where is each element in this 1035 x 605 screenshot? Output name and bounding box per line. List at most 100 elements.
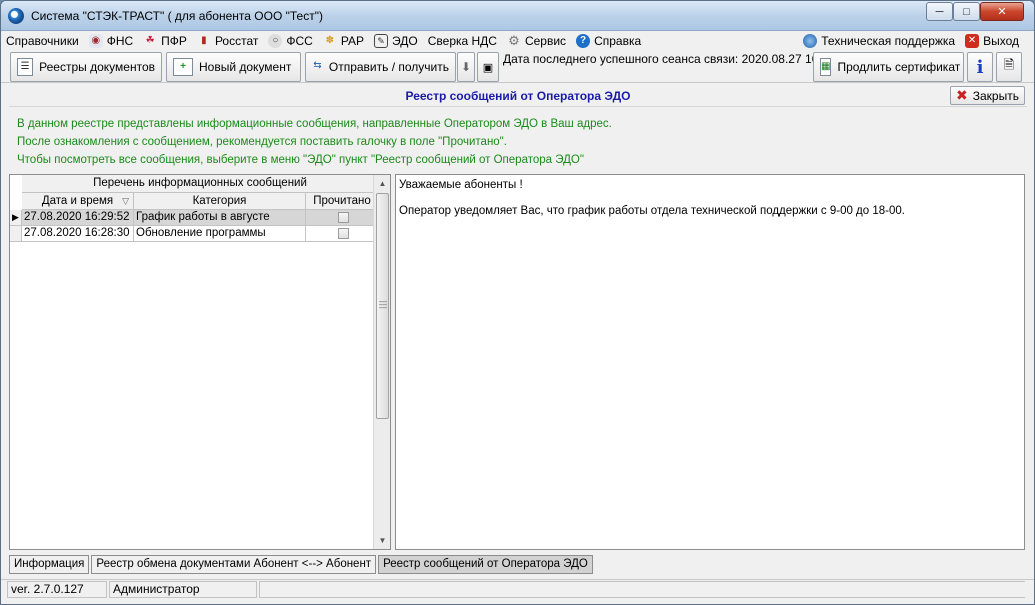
registries-button[interactable]: ☰ Реестры документов — [10, 52, 162, 82]
button-label: Закрыть — [972, 88, 1019, 103]
send-receive-button[interactable]: ⇆ Отправить / получить — [305, 52, 456, 82]
menu-pfr[interactable]: ☘ ПФР — [138, 31, 192, 51]
menu-directories[interactable]: Справочники — [1, 31, 84, 51]
version-label: ver. 2.7.0.127 — [7, 581, 107, 598]
fss-icon: ○ — [268, 34, 283, 48]
info-line: В данном реестре представлены информацио… — [17, 118, 612, 130]
menu-label: Сверка НДС — [427, 34, 497, 48]
tab-operator-messages[interactable]: Реестр сообщений от Оператора ЭДО — [378, 555, 593, 574]
read-checkbox[interactable] — [337, 212, 349, 223]
send-receive-icon: ⇆ — [313, 60, 322, 71]
title-bar: Система "СТЭК-ТРАСТ" ( для абонента ООО … — [1, 1, 1034, 31]
bottom-tabs: Информация Реестр обмена документами Або… — [9, 555, 1027, 576]
arrow-down-icon: ⬇ — [460, 60, 472, 74]
main-window: Система "СТЭК-ТРАСТ" ( для абонента ООО … — [0, 0, 1035, 605]
close-icon: ✖ — [956, 87, 968, 103]
menu-fss[interactable]: ○ ФСС — [263, 31, 317, 51]
column-header-read[interactable]: Прочитано — [306, 193, 378, 209]
gear-icon: ⚙ — [508, 33, 520, 48]
button-label: Реестры документов — [39, 60, 155, 74]
page-title: Реестр сообщений от Оператора ЭДО — [405, 89, 631, 103]
extend-certificate-button[interactable]: ▦ Продлить сертификат — [813, 52, 964, 82]
grip-icon: — — — — [379, 297, 387, 312]
menu-label: Росстат — [214, 34, 259, 48]
sort-filter-icon[interactable]: ▽ — [122, 193, 129, 209]
table-row[interactable]: 27.08.2020 16:28:30 Обновление программы — [10, 226, 378, 242]
button-label: Отправить / получить — [328, 60, 449, 74]
user-label: Администратор — [109, 581, 257, 598]
menu-edo[interactable]: ✎ ЭДО — [369, 31, 423, 51]
rar-icon: ✽ — [325, 35, 335, 46]
status-empty — [259, 581, 1025, 598]
read-checkbox[interactable] — [337, 228, 349, 239]
cell-category: График работы в августе — [134, 210, 306, 226]
messages-grid: Перечень информационных сообщений Дата и… — [9, 174, 391, 550]
grid-caption: Перечень информационных сообщений — [22, 175, 378, 193]
menu-tech-support[interactable]: Техническая поддержка — [798, 31, 960, 51]
row-selector-icon: ▶ — [10, 210, 22, 226]
column-label: Категория — [192, 195, 247, 207]
menu-label: Сервис — [524, 34, 567, 48]
message-greeting: Уважаемые абоненты ! — [399, 179, 523, 191]
edo-icon: ✎ — [374, 34, 389, 48]
menu-label: Выход — [983, 34, 1019, 48]
registry-list-icon: ☰ — [17, 58, 34, 76]
document-icon: 🗎 — [1003, 57, 1015, 72]
table-row[interactable]: ▶ 27.08.2020 16:29:52 График работы в ав… — [10, 210, 378, 226]
menu-label: ФНС — [106, 34, 134, 48]
scroll-down-icon[interactable]: ▼ — [374, 532, 391, 549]
message-body: Оператор уведомляет Вас, что график рабо… — [399, 205, 905, 217]
menu-label: Справка — [594, 34, 642, 48]
message-viewer[interactable]: Уважаемые абоненты ! Оператор уведомляет… — [395, 174, 1025, 550]
column-header-category[interactable]: Категория — [134, 193, 306, 209]
menu-bar: Справочники ◉ ФНС ☘ ПФР ▮ Росстат ○ ФСС ✽ РАР… — [1, 31, 1034, 51]
status-bar: ver. 2.7.0.127 Администратор — [1, 579, 1034, 599]
menu-help[interactable]: ? Справка — [571, 31, 646, 51]
panel-header: Реестр сообщений от Оператора ЭДО ✖ Закры… — [9, 85, 1027, 107]
menu-service[interactable]: ⚙ Сервис — [502, 31, 571, 51]
download-arrow-button[interactable]: ⬇ — [457, 52, 475, 82]
menu-label: ФСС — [286, 34, 313, 48]
pfr-icon: ☘ — [145, 35, 155, 46]
button-label: Продлить сертификат — [837, 60, 961, 74]
menu-exit[interactable]: ✕ Выход — [960, 31, 1024, 51]
menu-label: Техническая поддержка — [821, 34, 956, 48]
new-document-icon: + — [173, 58, 193, 76]
sync-button[interactable]: ▣ — [477, 52, 499, 82]
rosstat-icon: ▮ — [201, 35, 207, 46]
support-globe-icon — [803, 34, 818, 48]
scrollbar-thumb[interactable]: — — — — [376, 193, 389, 419]
grid-header: Дата и время ▽ Категория Прочитано — [22, 193, 378, 210]
menu-vat-reconciliation[interactable]: Сверка НДС — [423, 31, 502, 51]
menu-label: РАР — [340, 34, 365, 48]
help-icon: ? — [576, 34, 591, 48]
close-window-button[interactable]: ✕ — [980, 2, 1024, 21]
menu-label: ЭДО — [392, 34, 418, 48]
minimize-button[interactable]: ─ — [926, 2, 953, 21]
grid-scrollbar[interactable]: ▲ — — — ▼ — [373, 175, 390, 549]
maximize-button[interactable]: □ — [953, 2, 980, 21]
column-label: Прочитано — [313, 195, 371, 207]
menu-rar[interactable]: ✽ РАР — [318, 31, 369, 51]
cell-read — [306, 210, 378, 226]
toolbar: ☰ Реестры документов + Новый документ ⇆ Отп… — [1, 51, 1034, 83]
document-button[interactable]: 🗎 — [996, 52, 1022, 82]
sync-icon: ▣ — [482, 61, 494, 74]
button-label: Новый документ — [199, 60, 292, 74]
exit-icon: ✕ — [965, 34, 980, 48]
certificate-icon: ▦ — [820, 58, 832, 76]
close-panel-button[interactable]: ✖ Закрыть — [950, 86, 1025, 105]
window-title: Система "СТЭК-ТРАСТ" ( для абонента ООО … — [31, 9, 323, 23]
new-document-button[interactable]: + Новый документ — [166, 52, 301, 82]
cell-datetime: 27.08.2020 16:29:52 — [22, 210, 134, 226]
info-notice: В данном реестре представлены информацио… — [17, 115, 612, 169]
column-label: Дата и время — [41, 195, 114, 207]
menu-rosstat[interactable]: ▮ Росстат — [192, 31, 263, 51]
tab-document-exchange[interactable]: Реестр обмена документами Абонент <--> А… — [91, 555, 377, 574]
column-header-datetime[interactable]: Дата и время ▽ — [22, 193, 134, 209]
menu-fns[interactable]: ◉ ФНС — [84, 31, 138, 51]
menu-label: ПФР — [161, 34, 187, 48]
tab-information[interactable]: Информация — [9, 555, 90, 574]
scroll-up-icon[interactable]: ▲ — [374, 175, 391, 192]
info-button[interactable]: i — [967, 52, 993, 82]
